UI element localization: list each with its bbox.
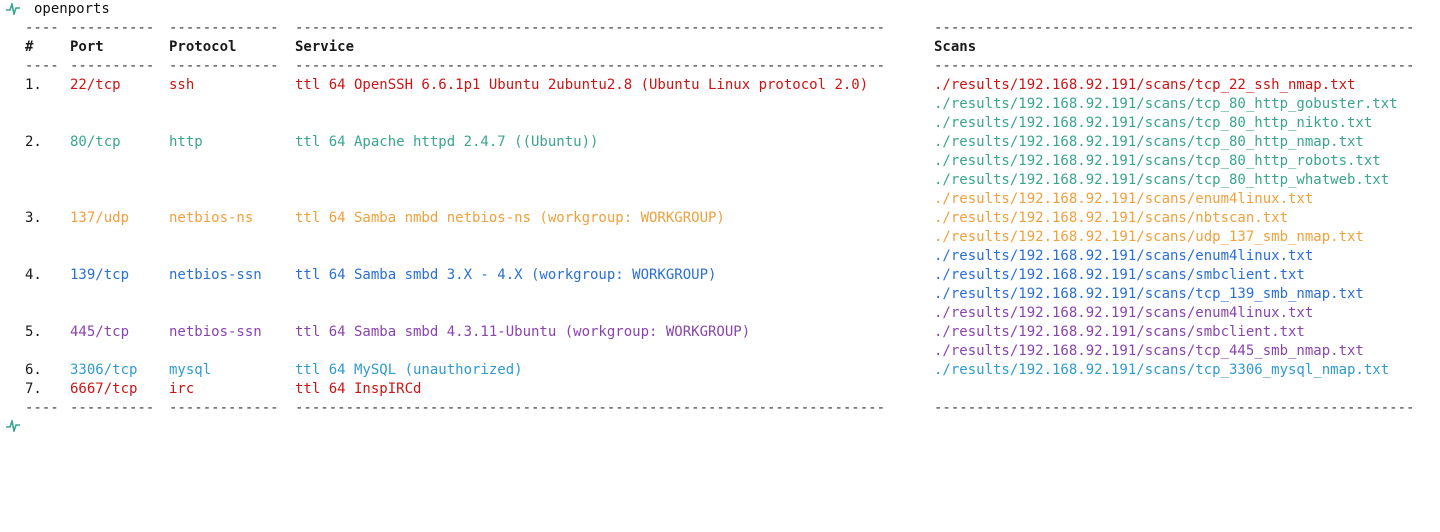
row-service: ttl 64 MySQL (unauthorized) bbox=[295, 362, 523, 378]
header-scans: Scans bbox=[934, 39, 977, 55]
scan-file-path: ./results/192.168.92.191/scans/udp_137_s… bbox=[934, 229, 1364, 245]
row-service: ttl 64 OpenSSH 6.6.1p1 Ubuntu 2ubuntu2.8… bbox=[295, 77, 869, 93]
header-service: Service bbox=[295, 39, 355, 55]
row-port: 80/tcp bbox=[70, 134, 121, 150]
row-num: 1. bbox=[25, 77, 42, 93]
prompt-pulse-icon bbox=[6, 3, 20, 15]
scan-file-path: ./results/192.168.92.191/scans/tcp_80_ht… bbox=[934, 96, 1398, 112]
scan-file-path: ./results/192.168.92.191/scans/enum4linu… bbox=[934, 248, 1314, 264]
table-header-rule: ---- ---------- ------------- ----------… bbox=[25, 58, 1415, 74]
row-port: 137/udp bbox=[70, 210, 130, 226]
scan-file-path: ./results/192.168.92.191/scans/enum4linu… bbox=[934, 305, 1314, 321]
scan-file-path: ./results/192.168.92.191/scans/tcp_80_ht… bbox=[934, 115, 1373, 131]
row-num: 2. bbox=[25, 134, 42, 150]
row-num: 3. bbox=[25, 210, 42, 226]
scan-file-path: ./results/192.168.92.191/scans/tcp_80_ht… bbox=[934, 153, 1381, 169]
scan-file-path: ./results/192.168.92.191/scans/smbclient… bbox=[934, 267, 1305, 283]
row-num: 7. bbox=[25, 381, 42, 397]
row-port: 139/tcp bbox=[70, 267, 130, 283]
scan-file-path: ./results/192.168.92.191/scans/tcp_80_ht… bbox=[934, 134, 1364, 150]
row-protocol: mysql bbox=[169, 362, 212, 378]
row-num: 5. bbox=[25, 324, 42, 340]
row-num: 4. bbox=[25, 267, 42, 283]
row-protocol: netbios-ssn bbox=[169, 324, 262, 340]
header-port: Port bbox=[70, 39, 104, 55]
scan-file-path: ./results/192.168.92.191/scans/tcp_80_ht… bbox=[934, 172, 1390, 188]
header-num: # bbox=[25, 39, 34, 55]
row-num: 6. bbox=[25, 362, 42, 378]
row-port: 6667/tcp bbox=[70, 381, 138, 397]
scan-file-path: ./results/192.168.92.191/scans/nbtscan.t… bbox=[934, 210, 1289, 226]
header-protocol: Protocol bbox=[169, 39, 237, 55]
scan-file-path: ./results/192.168.92.191/scans/tcp_3306_… bbox=[934, 362, 1390, 378]
table-top-rule: ---- ---------- ------------- ----------… bbox=[25, 20, 1415, 36]
table-header: # Port Protocol Service Scans bbox=[0, 38, 976, 57]
row-port: 22/tcp bbox=[70, 77, 121, 93]
scan-file-path: ./results/192.168.92.191/scans/smbclient… bbox=[934, 324, 1305, 340]
row-service: ttl 64 Apache httpd 2.4.7 ((Ubuntu)) bbox=[295, 134, 599, 150]
row-service: ttl 64 InspIRCd bbox=[295, 381, 422, 397]
row-protocol: http bbox=[169, 134, 203, 150]
row-protocol: netbios-ssn bbox=[169, 267, 262, 283]
row-service: ttl 64 Samba nmbd netbios-ns (workgroup:… bbox=[295, 210, 725, 226]
row-port: 3306/tcp bbox=[70, 362, 138, 378]
row-protocol: netbios-ns bbox=[169, 210, 254, 226]
row-protocol: ssh bbox=[169, 77, 195, 93]
row-protocol: irc bbox=[169, 381, 195, 397]
row-service: ttl 64 Samba smbd 4.3.11-Ubuntu (workgro… bbox=[295, 324, 751, 340]
row-service: ttl 64 Samba smbd 3.X - 4.X (workgroup: … bbox=[295, 267, 717, 283]
row-port: 445/tcp bbox=[70, 324, 130, 340]
scan-file-path: ./results/192.168.92.191/scans/tcp_139_s… bbox=[934, 286, 1364, 302]
prompt-command: openports bbox=[34, 1, 110, 17]
scan-file-path: ./results/192.168.92.191/scans/tcp_22_ss… bbox=[934, 77, 1356, 93]
table-bottom-rule: ---- ---------- ------------- ----------… bbox=[25, 400, 1415, 416]
scan-file-path: ./results/192.168.92.191/scans/tcp_445_s… bbox=[934, 343, 1364, 359]
scan-file-path: ./results/192.168.92.191/scans/enum4linu… bbox=[934, 191, 1314, 207]
prompt-pulse-icon bbox=[6, 420, 20, 432]
